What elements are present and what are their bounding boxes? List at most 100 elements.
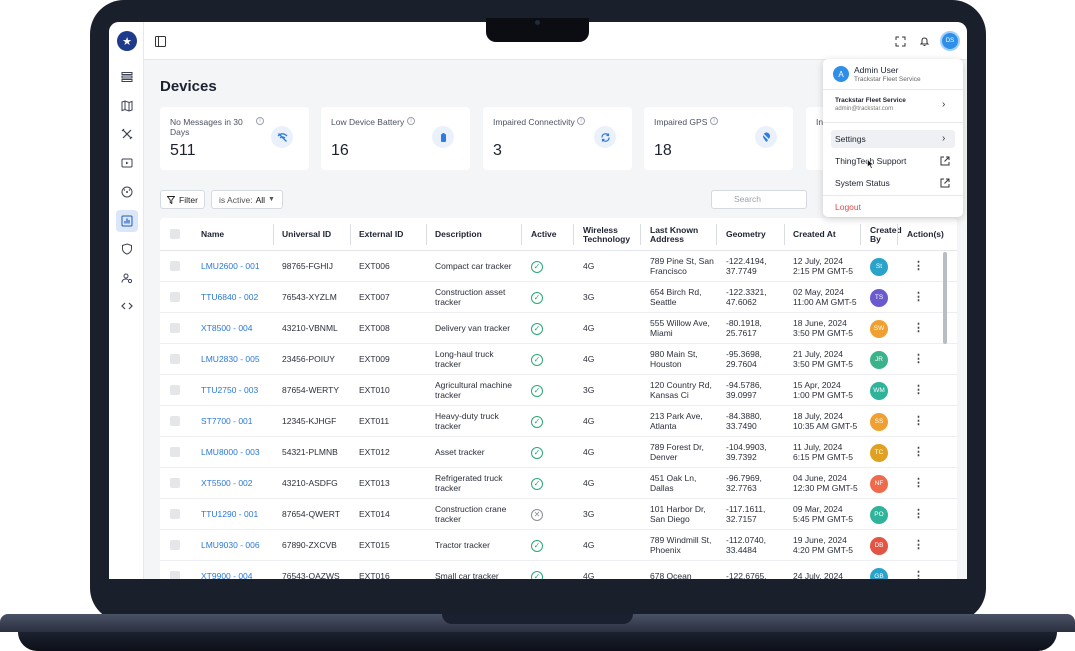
table-row[interactable]: LMU9030 - 006 67890-ZXCVB EXT015 Tractor tr… (160, 530, 957, 561)
chevron-right-icon[interactable]: › (942, 99, 945, 110)
sidebar-toggle-icon[interactable] (151, 32, 169, 50)
cell-name[interactable]: XT8500 - 004 (201, 313, 273, 344)
menu-item-support[interactable]: ThingTech Support (831, 152, 955, 170)
row-checkbox[interactable] (170, 509, 180, 519)
menu-item-settings[interactable]: Settings (831, 130, 955, 148)
column-header-description[interactable]: Description (435, 218, 482, 251)
cell-name[interactable]: TTU6840 - 002 (201, 282, 273, 313)
table-row[interactable]: TTU1290 - 001 87654-QWERT EXT014 Constructi… (160, 499, 957, 530)
row-checkbox[interactable] (170, 323, 180, 333)
tools-icon[interactable] (116, 123, 138, 145)
column-header-external-id[interactable]: External ID (359, 218, 403, 251)
row-actions-icon[interactable]: ⋮ (913, 292, 924, 303)
row-checkbox[interactable] (170, 385, 180, 395)
cell-name[interactable]: LMU8000 - 003 (201, 437, 273, 468)
user-avatar[interactable]: DS (940, 31, 960, 51)
cell-actions[interactable]: ⋮ (913, 251, 933, 282)
menu-item-system-status[interactable]: System Status (831, 174, 955, 192)
search-input[interactable]: Search (711, 190, 807, 209)
row-actions-icon[interactable]: ⋮ (913, 323, 924, 334)
row-actions-icon[interactable]: ⋮ (913, 261, 924, 272)
column-header-active[interactable]: Active (531, 218, 557, 251)
cell-actions[interactable]: ⋮ (913, 313, 933, 344)
table-row[interactable]: TTU2750 - 003 87654-WERTY EXT010 Agricultur… (160, 375, 957, 406)
video-icon[interactable] (116, 152, 138, 174)
map-icon[interactable] (116, 95, 138, 117)
app-logo[interactable]: ★ (117, 31, 137, 51)
row-checkbox[interactable] (170, 478, 180, 488)
cell-name[interactable]: TTU2750 - 003 (201, 375, 273, 406)
list-icon[interactable] (116, 66, 138, 88)
row-actions-icon[interactable]: ⋮ (913, 354, 924, 365)
cell-created-by: St (870, 251, 892, 282)
row-checkbox[interactable] (170, 261, 180, 271)
row-actions-icon[interactable]: ⋮ (913, 509, 924, 520)
summary-card-impaired-gps: Impaired GPS i 18 (644, 107, 793, 170)
cell-actions[interactable]: ⋮ (913, 375, 933, 406)
cell-actions[interactable]: ⋮ (913, 282, 933, 313)
cell-actions[interactable]: ⋮ (913, 561, 933, 579)
row-actions-icon[interactable]: ⋮ (913, 540, 924, 551)
cell-created: 15 Apr, 2024 1:00 PM GMT-5 (793, 380, 853, 400)
cell-actions[interactable]: ⋮ (913, 530, 933, 561)
cell-name[interactable]: TTU1290 - 001 (201, 499, 273, 530)
table-row[interactable]: TTU6840 - 002 76543-XYZLM EXT007 Constructi… (160, 282, 957, 313)
cell-tech: 4G (583, 539, 595, 550)
cell-name[interactable]: XT9900 - 004 (201, 561, 273, 579)
table-row[interactable]: LMU2830 - 005 23456-POIUY EXT009 Long-haul … (160, 344, 957, 375)
select-all-checkbox[interactable] (170, 229, 180, 239)
location-off-icon (755, 126, 777, 148)
cell-name[interactable]: LMU2830 - 005 (201, 344, 273, 375)
row-actions-icon[interactable]: ⋮ (913, 416, 924, 427)
column-header-name[interactable]: Name (201, 218, 224, 251)
column-header-created-by[interactable]: Created By (870, 218, 902, 251)
cell-actions[interactable]: ⋮ (913, 406, 933, 437)
row-checkbox[interactable] (170, 416, 180, 426)
info-icon[interactable]: i (710, 117, 718, 125)
cell-name[interactable]: XT5500 - 002 (201, 468, 273, 499)
info-icon[interactable]: i (577, 117, 585, 125)
row-checkbox[interactable] (170, 540, 180, 550)
active-filter-dropdown[interactable]: is Active: All ▼ (211, 190, 283, 209)
notifications-bell-icon[interactable] (915, 32, 933, 50)
account-org[interactable]: Trackstar Fleet Service (835, 97, 906, 104)
column-header-geometry[interactable]: Geometry (726, 218, 766, 251)
table-row[interactable]: XT8500 - 004 43210-VBNML EXT008 Delivery va… (160, 313, 957, 344)
user-settings-icon[interactable] (116, 267, 138, 289)
info-icon[interactable]: i (407, 117, 415, 125)
row-checkbox[interactable] (170, 571, 180, 579)
cell-name[interactable]: LMU9030 - 006 (201, 530, 273, 561)
table-row[interactable]: XT9900 - 004 76543-QAZWS EXT016 Small car t… (160, 561, 957, 579)
cell-actions[interactable]: ⋮ (913, 468, 933, 499)
cell-actions[interactable]: ⋮ (913, 437, 933, 468)
table-row[interactable]: LMU2600 - 001 98765-FGHIJ EXT006 Compact ca… (160, 251, 957, 282)
table-row[interactable]: XT5500 - 002 43210-ASDFG EXT013 Refrigerate… (160, 468, 957, 499)
column-header-wireless-technology[interactable]: Wireless Technology (583, 218, 635, 251)
table-scrollbar[interactable] (943, 252, 947, 344)
table-row[interactable]: LMU8000 - 003 54321-PLMNB EXT012 Asset trac… (160, 437, 957, 468)
cell-actions[interactable]: ⋮ (913, 344, 933, 375)
reports-icon[interactable] (116, 210, 138, 232)
column-header-created-at[interactable]: Created At (793, 218, 836, 251)
cell-actions[interactable]: ⋮ (913, 499, 933, 530)
table-row[interactable]: ST7700 - 001 12345-KJHGF EXT011 Heavy-duty … (160, 406, 957, 437)
row-actions-icon[interactable]: ⋮ (913, 571, 924, 579)
shield-icon[interactable] (116, 238, 138, 260)
column-header-universal-id[interactable]: Universal ID (282, 218, 331, 251)
row-actions-icon[interactable]: ⋮ (913, 478, 924, 489)
info-icon[interactable]: i (256, 117, 264, 125)
row-checkbox[interactable] (170, 447, 180, 457)
creator-avatar: PO (870, 505, 888, 524)
row-checkbox[interactable] (170, 292, 180, 302)
row-actions-icon[interactable]: ⋮ (913, 447, 924, 458)
column-header-last-known-address[interactable]: Last Known Address (650, 218, 700, 251)
cell-name[interactable]: LMU2600 - 001 (201, 251, 273, 282)
code-icon[interactable] (116, 295, 138, 317)
gauge-icon[interactable] (116, 181, 138, 203)
logout-button[interactable]: Logout (831, 198, 955, 216)
row-actions-icon[interactable]: ⋮ (913, 385, 924, 396)
cell-name[interactable]: ST7700 - 001 (201, 406, 273, 437)
row-checkbox[interactable] (170, 354, 180, 364)
fullscreen-icon[interactable] (891, 32, 909, 50)
filter-button[interactable]: Filter (160, 190, 205, 209)
